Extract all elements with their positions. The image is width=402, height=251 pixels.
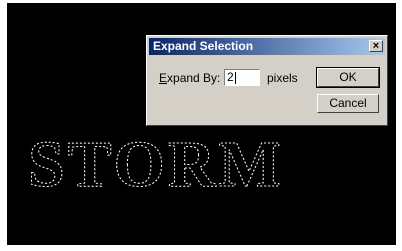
expand-by-input[interactable]: 2	[224, 69, 260, 86]
storm-text: STORM	[28, 128, 284, 200]
close-button[interactable]: ×	[369, 40, 383, 52]
ok-button[interactable]: OK	[316, 67, 380, 88]
dialog-title: Expand Selection	[153, 39, 254, 53]
dialog-titlebar[interactable]: Expand Selection ×	[149, 38, 385, 55]
unit-label: pixels	[267, 71, 298, 85]
expand-by-label: Expand By:	[159, 71, 221, 85]
text-caret	[234, 71, 236, 84]
close-icon: ×	[372, 40, 380, 52]
expand-selection-dialog: Expand Selection × Expand By: 2 pixels O…	[146, 35, 388, 126]
cancel-button[interactable]: Cancel	[317, 94, 379, 113]
selection-marquee-text: STORM	[28, 128, 328, 200]
